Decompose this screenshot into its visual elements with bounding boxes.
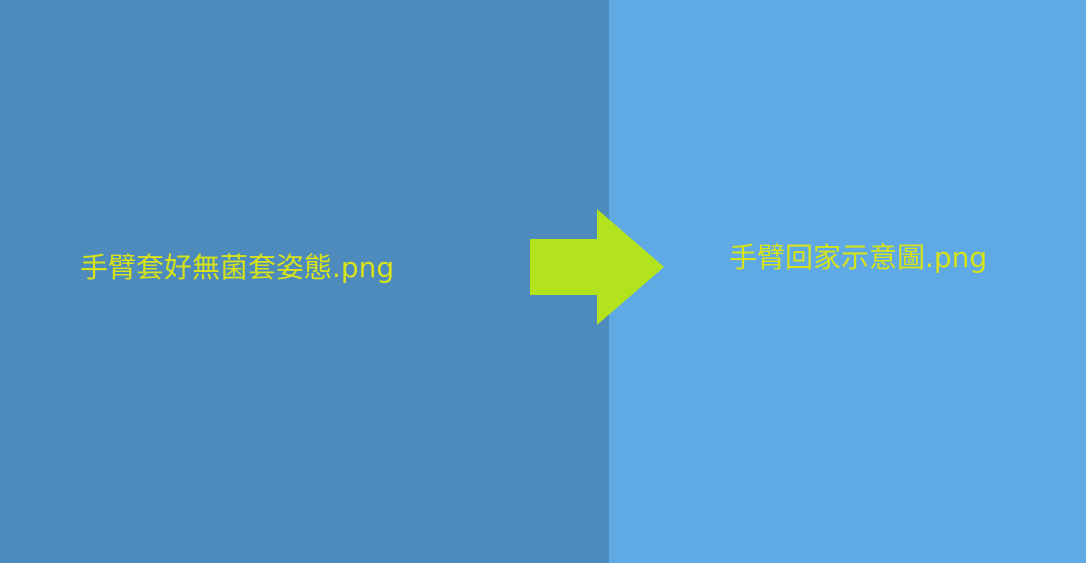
right-arrow-icon xyxy=(530,209,664,325)
diagram-canvas: 手臂套好無菌套姿態.png 手臂回家示意圖.png xyxy=(0,0,1086,563)
left-panel-label: 手臂套好無菌套姿態.png xyxy=(80,251,395,284)
arrow-shape xyxy=(530,209,664,325)
right-panel-label: 手臂回家示意圖.png xyxy=(729,241,988,274)
left-panel: 手臂套好無菌套姿態.png xyxy=(0,0,609,563)
right-panel: 手臂回家示意圖.png xyxy=(609,0,1086,563)
